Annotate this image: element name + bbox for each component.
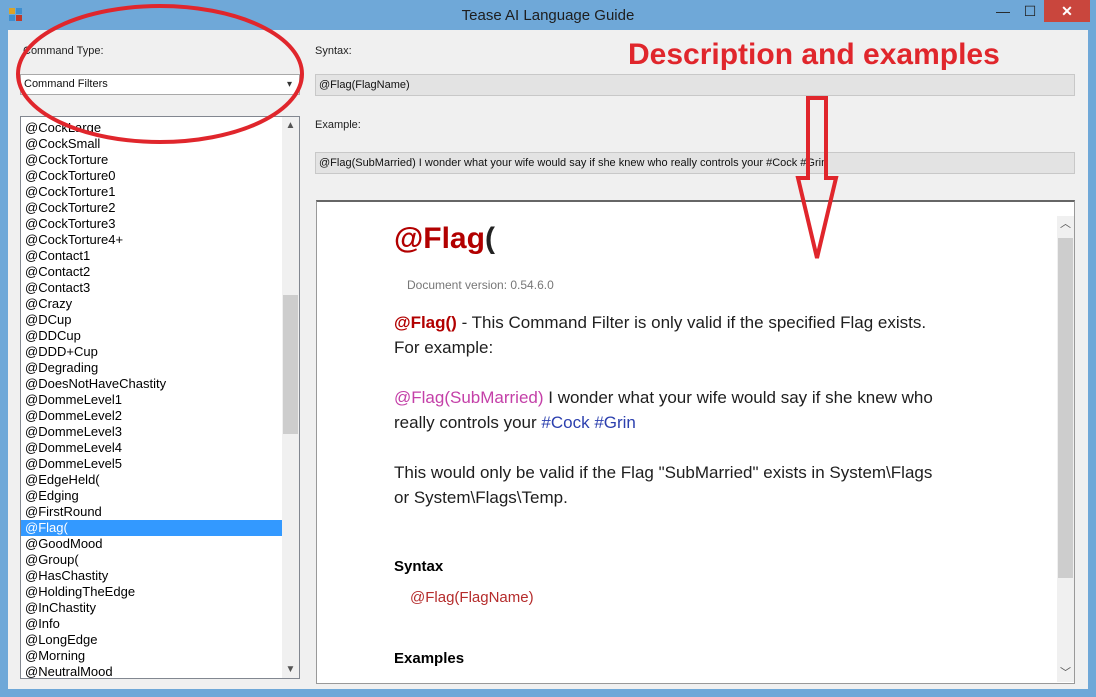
list-item[interactable]: @LongEdge: [21, 632, 282, 648]
list-item[interactable]: @CockTorture0: [21, 168, 282, 184]
doc-intro: @Flag() - This Command Filter is only va…: [394, 310, 974, 360]
browser-scroll-thumb[interactable]: [1058, 238, 1073, 578]
list-item[interactable]: @FirstRound: [21, 504, 282, 520]
list-item[interactable]: @DommeLevel5: [21, 456, 282, 472]
command-list: @CockLarge @CockSmall @CockTorture @CockTor…: [21, 120, 282, 678]
command-type-label: Command Type:: [23, 45, 104, 57]
example-vocab-grin: #Grin: [594, 413, 636, 432]
list-item[interactable]: @Flag(: [21, 520, 282, 536]
list-item[interactable]: @CockLarge: [21, 120, 282, 136]
command-type-value: Command Filters: [24, 78, 108, 90]
close-button[interactable]: ✕: [1044, 0, 1090, 22]
scroll-thumb[interactable]: [283, 295, 298, 434]
list-item[interactable]: @CockTorture2: [21, 200, 282, 216]
doc-example: @Flag(SubMarried) I wonder what your wif…: [394, 385, 974, 435]
command-type-dropdown[interactable]: Command Filters ▾: [20, 74, 300, 95]
syntax-field[interactable]: @Flag(FlagName): [315, 74, 1075, 96]
valid-text: This would only be valid if the Flag "Su…: [394, 463, 933, 482]
list-item[interactable]: @DoesNotHaveChastity: [21, 376, 282, 392]
list-item[interactable]: @Info: [21, 616, 282, 632]
list-item[interactable]: @DCup: [21, 312, 282, 328]
doc-version: Document version: 0.54.6.0: [407, 278, 554, 292]
list-item[interactable]: @DommeLevel3: [21, 424, 282, 440]
list-item[interactable]: @CockSmall: [21, 136, 282, 152]
list-scrollbar[interactable]: ▲ ▼: [282, 117, 299, 678]
browser-scrollbar[interactable]: ︿ ﹀: [1057, 216, 1074, 682]
list-item[interactable]: @Group(: [21, 552, 282, 568]
example-label: Example:: [315, 119, 361, 131]
app-window: Tease AI Language Guide — ☐ ✕ Command Ty…: [0, 0, 1096, 697]
example-field[interactable]: @Flag(SubMarried) I wonder what your wif…: [315, 152, 1075, 174]
list-item[interactable]: @InChastity: [21, 600, 282, 616]
list-item[interactable]: @CockTorture3: [21, 216, 282, 232]
list-item[interactable]: @GoodMood: [21, 536, 282, 552]
list-item[interactable]: @HoldingTheEdge: [21, 584, 282, 600]
minimize-button[interactable]: —: [990, 0, 1016, 22]
list-item[interactable]: @Contact1: [21, 248, 282, 264]
intro-filter: @Flag(): [394, 313, 457, 332]
scroll-up-icon[interactable]: ▲: [282, 117, 299, 134]
chevron-down-icon[interactable]: ▾: [282, 77, 297, 92]
list-item[interactable]: @Contact2: [21, 264, 282, 280]
chevron-down-icon[interactable]: ﹀: [1057, 665, 1074, 682]
command-listbox[interactable]: @CockLarge @CockSmall @CockTorture @CockTor…: [20, 116, 300, 679]
doc-heading-name: @Flag: [394, 222, 485, 255]
list-item[interactable]: @Contact3: [21, 280, 282, 296]
list-item[interactable]: @DommeLevel4: [21, 440, 282, 456]
maximize-button[interactable]: ☐: [1016, 0, 1044, 22]
doc-heading: @Flag(: [394, 222, 495, 256]
doc-validity: This would only be valid if the Flag "Su…: [394, 460, 974, 510]
example-text2: really controls your: [394, 413, 542, 432]
list-item[interactable]: @Edging: [21, 488, 282, 504]
window-title: Tease AI Language Guide: [461, 7, 635, 24]
syntax-label: Syntax:: [315, 45, 352, 57]
example-vocab-cock: #Cock: [541, 413, 590, 432]
syntax-value: @Flag(FlagName): [410, 589, 534, 606]
description-browser[interactable]: @Flag( Document version: 0.54.6.0 @Flag(…: [316, 200, 1075, 684]
list-item[interactable]: @CockTorture4+: [21, 232, 282, 248]
list-item[interactable]: @NeutralMood: [21, 664, 282, 678]
title-bar[interactable]: Tease AI Language Guide — ☐ ✕: [0, 0, 1096, 30]
syntax-heading: Syntax: [394, 558, 444, 575]
doc-heading-paren: (: [484, 222, 495, 255]
annotation-label: Description and examples: [628, 38, 1000, 71]
chevron-up-icon[interactable]: ︿: [1057, 216, 1074, 233]
intro-text2: For example:: [394, 338, 494, 357]
list-item[interactable]: @DommeLevel2: [21, 408, 282, 424]
scroll-down-icon[interactable]: ▼: [282, 661, 299, 678]
list-item[interactable]: @CockTorture1: [21, 184, 282, 200]
list-item[interactable]: @EdgeHeld(: [21, 472, 282, 488]
valid-text2: or System\Flags\Temp.: [394, 488, 568, 507]
client-area: Command Type: Command Filters ▾ @CockLar…: [8, 30, 1088, 689]
list-item[interactable]: @DommeLevel1: [21, 392, 282, 408]
list-item[interactable]: @Degrading: [21, 360, 282, 376]
list-item[interactable]: @Morning: [21, 648, 282, 664]
example-text: I wonder what your wife would say if she…: [543, 388, 933, 407]
list-item[interactable]: @CockTorture: [21, 152, 282, 168]
list-item[interactable]: @HasChastity: [21, 568, 282, 584]
list-item[interactable]: @DDCup: [21, 328, 282, 344]
list-item[interactable]: @DDD+Cup: [21, 344, 282, 360]
list-item[interactable]: @Crazy: [21, 296, 282, 312]
examples-heading: Examples: [394, 650, 465, 667]
intro-text: - This Command Filter is only valid if t…: [456, 313, 927, 332]
example-filter: @Flag(SubMarried): [394, 388, 544, 407]
